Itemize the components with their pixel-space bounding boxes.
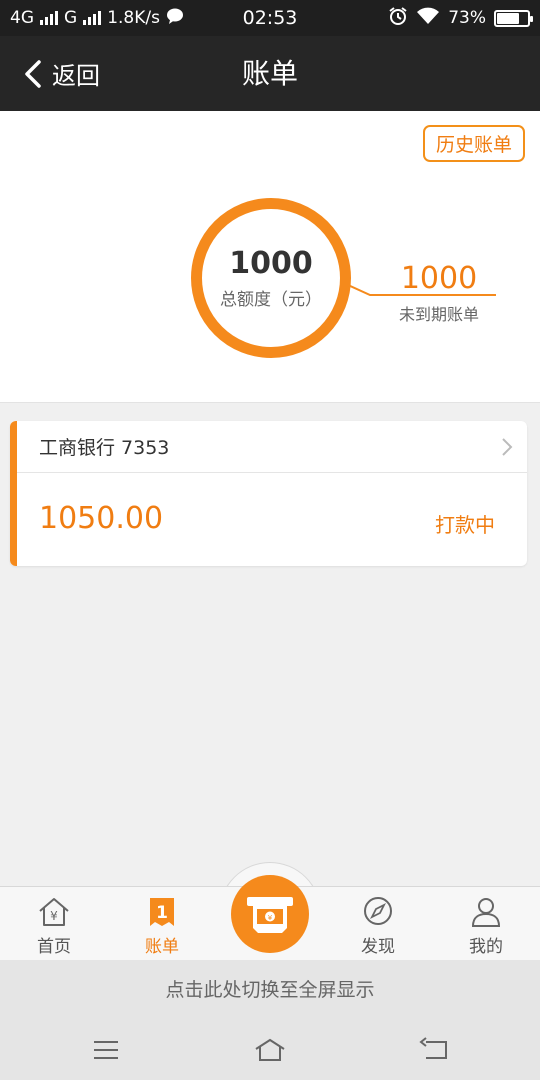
chevron-left-icon [25, 59, 41, 88]
bill-icon-badge: 1 [156, 903, 168, 923]
bill-status: 打款中 [435, 513, 495, 537]
battery-icon [494, 9, 533, 27]
bill-card-header[interactable]: 工商银行 7353 [17, 421, 527, 473]
network-type-1: 4G [10, 8, 34, 28]
bill-summary: 历史账单 1000 总额度（元） 1000 未到期账单 [0, 111, 540, 403]
total-quota-amount: 1000 [229, 246, 313, 281]
svg-text:¥: ¥ [50, 909, 58, 923]
user-icon [471, 898, 501, 927]
alarm-icon [388, 6, 408, 31]
system-nav-bar [0, 1020, 540, 1080]
menu-button[interactable] [86, 1034, 126, 1066]
tab-bill-label: 账单 [145, 937, 179, 957]
tab-mine[interactable]: 我的 [441, 887, 531, 961]
compass-icon [364, 897, 392, 925]
top-header: 返回 账单 [0, 36, 540, 111]
fullscreen-hint[interactable]: 点击此处切换至全屏显示 [0, 960, 540, 1020]
battery-percent: 73% [448, 8, 486, 28]
signal-icon [40, 11, 58, 25]
unpaid-bill-label: 未到期账单 [398, 305, 479, 324]
history-bills-button[interactable]: 历史账单 [422, 125, 525, 162]
tab-bill[interactable]: 1 账单 [117, 887, 207, 961]
status-left: 4G G 1.8K/s [10, 8, 184, 29]
tab-discover-label: 发现 [361, 937, 395, 957]
total-quota-label: 总额度（元） [220, 290, 322, 310]
bill-icon: 1 [150, 898, 174, 926]
chevron-right-icon [502, 438, 513, 456]
status-right: 73% [388, 6, 533, 31]
status-bar: 4G G 1.8K/s 02:53 73% [0, 0, 540, 36]
bill-card[interactable]: 工商银行 7353 1050.00 打款中 [10, 421, 527, 566]
tab-discover[interactable]: 发现 [333, 887, 423, 961]
home-icon [255, 1038, 285, 1061]
home-yen-icon: ¥ [39, 898, 69, 926]
bank-name: 工商银行 7353 [39, 437, 170, 459]
tab-mine-label: 我的 [469, 937, 503, 957]
cash-withdraw-icon: ¥ [247, 897, 293, 933]
back-arrow-icon [419, 1037, 447, 1059]
tab-home[interactable]: ¥ 首页 [9, 887, 99, 961]
menu-icon [94, 1041, 118, 1059]
svg-text:¥: ¥ [268, 914, 273, 922]
back-system-button[interactable] [414, 1034, 454, 1066]
withdraw-button[interactable]: ¥ [231, 875, 309, 953]
back-button[interactable]: 返回 [22, 36, 100, 111]
tab-home-label: 首页 [37, 937, 71, 957]
total-quota-ring: 1000 总额度（元） [191, 198, 351, 358]
bill-amount: 1050.00 [39, 501, 164, 536]
signal-icon-2 [83, 11, 102, 25]
network-speed: 1.8K/s [107, 8, 160, 28]
wifi-icon [416, 7, 440, 30]
chat-bubble-icon [166, 8, 184, 29]
unpaid-bill-amount: 1000 [400, 261, 478, 296]
network-type-2: G [64, 8, 78, 28]
home-button[interactable] [250, 1034, 290, 1066]
back-label: 返回 [52, 62, 100, 90]
bill-card-accent [10, 421, 17, 566]
